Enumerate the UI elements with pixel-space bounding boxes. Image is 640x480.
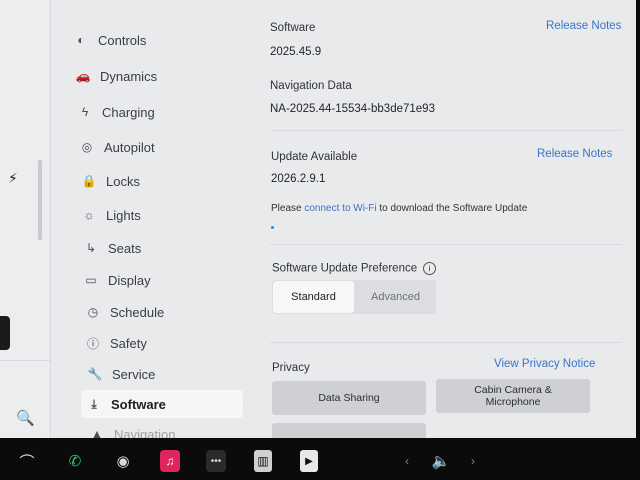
menu-item-seats[interactable]: ↳ Seats (78, 234, 141, 262)
menu-item-software[interactable]: ⤓ Software (81, 390, 243, 418)
navigation-icon: ▲ (91, 427, 103, 438)
menu-item-autopilot[interactable]: ◎ Autopilot (74, 133, 155, 161)
connect-wifi-link[interactable]: connect to Wi-Fi (304, 203, 376, 214)
navigation-data-version: NA-2025.44-15534-bb3de71e93 (270, 103, 435, 115)
menu-label: Safety (110, 335, 147, 351)
info-circle-icon: ⓘ (86, 336, 99, 351)
menu-item-charging[interactable]: ϟ Charging (72, 98, 155, 126)
view-privacy-notice-link[interactable]: View Privacy Notice (494, 358, 595, 370)
volume-up-icon[interactable]: › (466, 450, 480, 472)
menu-item-service[interactable]: 🔧 Service (82, 360, 156, 388)
divider (270, 342, 622, 343)
update-version: 2026.2.9.1 (271, 173, 326, 185)
option-advanced[interactable]: Advanced (355, 280, 436, 314)
divider (270, 130, 622, 131)
download-icon: ⤓ (91, 396, 97, 411)
cabin-camera-button[interactable]: Cabin Camera & Microphone (436, 379, 590, 413)
data-sharing-button[interactable]: Data Sharing (272, 381, 426, 415)
menu-item-schedule[interactable]: ◷ Schedule (80, 298, 164, 326)
steering-wheel-icon: ◎ (81, 140, 93, 154)
scrollbar[interactable] (38, 160, 42, 240)
privacy-label: Privacy (272, 362, 310, 374)
bolt-icon: ϟ (81, 105, 89, 119)
menu-label: Navigation (114, 426, 176, 439)
menu-label: Charging (102, 104, 155, 120)
menu-item-lights[interactable]: ☼ Lights (76, 201, 141, 229)
taskbar: ⌒ ✆ ◉ ♫ ••• ▥ ▶ ‹ 🔈 › (0, 440, 640, 480)
car-icon: 🚗 (75, 69, 91, 83)
sun-icon: ☼ (83, 208, 95, 222)
update-preference-toggle[interactable]: Standard Advanced (272, 280, 436, 314)
menu-item-navigation[interactable]: ▲ Navigation (84, 420, 176, 439)
menu-item-controls[interactable]: ◐ Controls (68, 26, 146, 54)
software-label: Software (270, 22, 316, 34)
progress-dot (271, 226, 274, 229)
panel-handle[interactable] (0, 316, 10, 350)
menu-label: Autopilot (104, 139, 155, 155)
left-panel: ⚡ 🔍 (0, 0, 51, 438)
seat-icon: ↳ (85, 241, 97, 255)
menu-label: Schedule (110, 304, 165, 320)
car-menu-icon[interactable]: ⌒ (16, 450, 38, 472)
clock-icon: ◷ (87, 305, 99, 319)
bolt-icon: ⚡ (8, 170, 18, 186)
software-version: 2025.45.9 (270, 46, 322, 58)
search-area[interactable]: 🔍 (0, 360, 50, 438)
navigation-data-label: Navigation Data (270, 80, 352, 92)
update-release-notes-link[interactable]: Release Notes (537, 148, 612, 160)
menu-item-locks[interactable]: 🔒 Locks (76, 167, 140, 195)
menu-item-dynamics[interactable]: 🚗 Dynamics (70, 62, 158, 90)
menu-item-display[interactable]: ▭ Display (78, 266, 151, 294)
preference-label-text: Software Update Preference (272, 262, 418, 275)
option-standard[interactable]: Standard (273, 281, 354, 313)
menu-label: Service (112, 366, 156, 382)
menu-label: Dynamics (100, 68, 158, 84)
search-icon[interactable]: 🔍 (16, 409, 35, 427)
lock-icon: 🔒 (81, 174, 97, 188)
info-icon[interactable]: i (423, 262, 437, 275)
menu-item-safety[interactable]: ⓘ Safety (80, 329, 147, 357)
display-icon: ▭ (85, 273, 97, 287)
media-icon[interactable]: ▶ (300, 450, 318, 472)
menu-label: Display (108, 272, 151, 288)
wifi-note: Please connect to Wi-Fi to download the … (271, 203, 527, 214)
volume-icon[interactable]: 🔈 (430, 450, 452, 472)
update-available-label: Update Available (271, 151, 358, 163)
menu-label: Locks (106, 173, 140, 189)
volume-down-icon[interactable]: ‹ (400, 450, 414, 472)
music-icon[interactable]: ♫ (160, 450, 180, 472)
menu-label: Lights (106, 207, 141, 223)
note-suffix: to download the Software Update (376, 203, 528, 214)
privacy-button-partial[interactable] (272, 423, 426, 438)
notes-icon[interactable]: ▥ (254, 450, 272, 472)
update-preference-label: Software Update Preference i (272, 262, 437, 275)
wrench-icon: 🔧 (87, 367, 103, 381)
settings-screen: ⚡ 🔍 ◐ Controls 🚗 Dynamics ϟ Charging ◎ Autop… (0, 0, 636, 438)
menu-label: Seats (108, 240, 142, 256)
menu-label: Software (111, 396, 166, 412)
phone-icon[interactable]: ✆ (64, 450, 86, 472)
camera-icon[interactable]: ◉ (112, 450, 134, 472)
release-notes-link[interactable]: Release Notes (546, 20, 621, 32)
menu-label: Controls (98, 32, 147, 48)
software-panel: Software Release Notes 2025.45.9 Navigat… (260, 0, 636, 438)
note-prefix: Please (271, 203, 305, 214)
divider (270, 244, 622, 245)
toggle-icon: ◐ (77, 33, 85, 47)
more-apps-icon[interactable]: ••• (206, 450, 226, 472)
